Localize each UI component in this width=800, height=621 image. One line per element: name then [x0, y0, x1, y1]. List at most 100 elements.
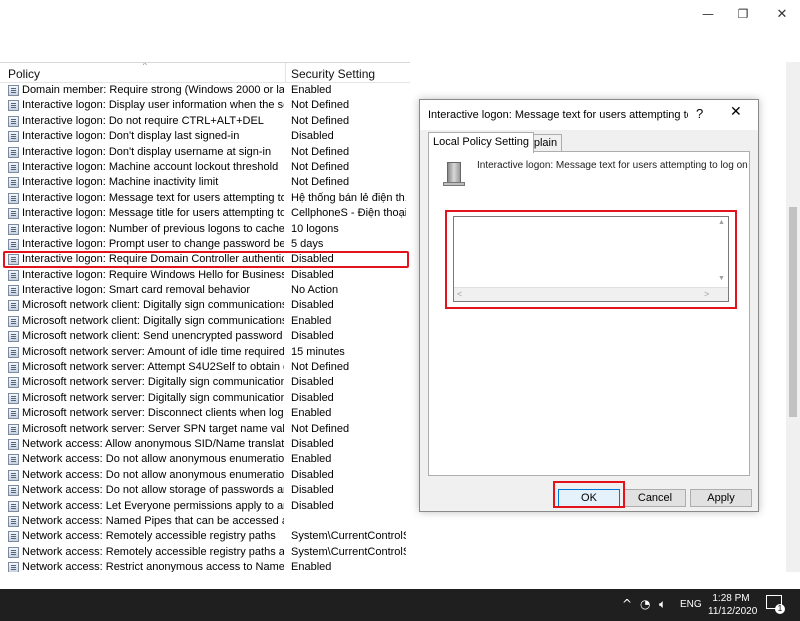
policy-item-icon [8, 454, 19, 466]
column-divider[interactable] [285, 63, 286, 83]
scrollbar-thumb[interactable] [789, 207, 797, 417]
policy-name-cell: Interactive logon: Prompt user to change… [22, 237, 284, 250]
server-policy-icon [443, 162, 465, 186]
volume-icon[interactable]: 🔈︎ [659, 597, 666, 612]
table-row[interactable]: Network access: Allow anonymous SID/Name… [0, 437, 410, 452]
table-row[interactable]: Interactive logon: Don't display last si… [0, 129, 410, 144]
policy-item-icon [8, 546, 19, 558]
policy-item-icon [8, 161, 19, 173]
policy-name-cell: Microsoft network client: Digitally sign… [22, 314, 284, 327]
security-setting-cell: Enabled [291, 453, 332, 466]
table-row[interactable]: Interactive logon: Smart card removal be… [0, 283, 410, 298]
policy-item-icon [8, 238, 19, 250]
policy-name-cell: Network access: Do not allow anonymous e… [22, 468, 284, 481]
security-setting-cell: CellphoneS - Điện thoại,... [291, 207, 406, 220]
table-row[interactable]: Interactive logon: Number of previous lo… [0, 222, 410, 237]
security-setting-cell: 10 logons [291, 222, 339, 235]
security-setting-cell: Enabled [291, 407, 332, 420]
policy-name-cell: Microsoft network client: Digitally sign… [22, 299, 284, 312]
security-setting-cell: Disabled [291, 376, 334, 389]
notification-center-icon[interactable]: 1 [766, 595, 785, 614]
column-header-security-setting[interactable]: Security Setting [291, 67, 375, 81]
security-setting-cell: Enabled [291, 561, 332, 572]
table-row[interactable]: Network access: Let Everyone permissions… [0, 499, 410, 514]
policy-item-icon [8, 285, 19, 297]
policy-name-cell: Network access: Allow anonymous SID/Name… [22, 437, 284, 450]
table-row[interactable]: Domain member: Require strong (Windows 2… [0, 83, 410, 98]
table-row[interactable]: Microsoft network server: Digitally sign… [0, 375, 410, 390]
vertical-scrollbar[interactable] [786, 62, 800, 572]
table-row[interactable]: Microsoft network server: Attempt S4U2Se… [0, 360, 410, 375]
security-setting-cell: Not Defined [291, 361, 350, 374]
table-row[interactable]: Network access: Remotely accessible regi… [0, 529, 410, 544]
policy-item-icon [8, 377, 19, 389]
security-setting-cell: Hệ thống bán lẻ điện th... [291, 191, 406, 205]
tab-panel: Interactive logon: Message text for user… [428, 151, 750, 476]
table-row[interactable]: Interactive logon: Machine inactivity li… [0, 175, 410, 190]
cancel-button[interactable]: Cancel [624, 489, 686, 507]
clock[interactable]: 1:28 PM 11/12/2020 [708, 592, 757, 618]
table-row[interactable]: Interactive logon: Display user informat… [0, 98, 410, 113]
apply-button[interactable]: Apply [690, 489, 752, 507]
security-setting-cell: Disabled [291, 330, 334, 343]
dialog-titlebar: Interactive logon: Message text for user… [420, 100, 758, 130]
textbox-highlight [445, 210, 737, 309]
table-row[interactable]: Interactive logon: Machine account locko… [0, 160, 410, 175]
close-window-button[interactable]: ✕ [759, 0, 800, 28]
security-setting-cell: Disabled [291, 437, 334, 450]
input-language[interactable]: ENG [680, 599, 702, 610]
security-setting-cell: No Action [291, 284, 339, 297]
main-titlebar: — ❐ ✕ [0, 0, 800, 38]
policy-item-icon [8, 423, 19, 435]
policy-item-icon [8, 100, 19, 112]
dialog-close-button[interactable]: ✕ [730, 104, 742, 120]
policy-item-icon [8, 331, 19, 343]
policy-name-cell: Network access: Remotely accessible regi… [22, 530, 276, 543]
security-setting-cell: Not Defined [291, 99, 350, 112]
table-row[interactable]: Microsoft network server: Digitally sign… [0, 391, 410, 406]
policy-item-icon [8, 362, 19, 374]
table-row[interactable]: Interactive logon: Prompt user to change… [0, 237, 410, 252]
table-row[interactable]: Network access: Remotely accessible regi… [0, 545, 410, 560]
column-header-policy[interactable]: Policy [8, 67, 40, 81]
security-setting-cell: Enabled [291, 84, 332, 96]
security-setting-cell: 15 minutes [291, 345, 345, 358]
table-row[interactable]: Network access: Do not allow storage of … [0, 483, 410, 498]
table-row[interactable]: Microsoft network server: Server SPN tar… [0, 422, 410, 437]
table-row[interactable]: Interactive logon: Do not require CTRL+A… [0, 114, 410, 129]
table-row[interactable]: Network access: Restrict anonymous acces… [0, 560, 410, 572]
table-row[interactable]: Interactive logon: Require Windows Hello… [0, 268, 410, 283]
policy-name-cell: Microsoft network client: Send unencrypt… [22, 330, 284, 343]
list-header: ^ Policy Security Setting [0, 63, 410, 83]
policy-name-cell: Network access: Remotely accessible regi… [22, 545, 284, 558]
table-row[interactable]: Microsoft network server: Disconnect cli… [0, 406, 410, 421]
table-row[interactable]: Microsoft network client: Digitally sign… [0, 314, 410, 329]
table-row[interactable]: Microsoft network client: Digitally sign… [0, 298, 410, 313]
table-row[interactable]: Network access: Named Pipes that can be … [0, 514, 410, 529]
policy-item-icon [8, 500, 19, 512]
policy-name-cell: Interactive logon: Display user informat… [22, 99, 284, 112]
clock-time: 1:28 PM [712, 593, 750, 604]
table-row[interactable]: Interactive logon: Message title for use… [0, 206, 410, 221]
security-setting-cell: Not Defined [291, 422, 350, 435]
security-setting-cell: Not Defined [291, 160, 350, 173]
table-row[interactable]: Microsoft network server: Amount of idle… [0, 345, 410, 360]
security-setting-cell: 5 days [291, 237, 324, 250]
table-row[interactable]: Network access: Do not allow anonymous e… [0, 468, 410, 483]
policy-name-cell: Microsoft network server: Disconnect cli… [22, 407, 284, 420]
table-row[interactable]: Network access: Do not allow anonymous e… [0, 452, 410, 467]
policy-item-icon [8, 392, 19, 404]
policy-item-icon [8, 223, 19, 235]
table-row[interactable]: Interactive logon: Don't display usernam… [0, 145, 410, 160]
show-hidden-icons-chevron-icon[interactable]: ^ [622, 597, 632, 611]
security-setting-cell: Disabled [291, 391, 334, 404]
table-row[interactable]: Microsoft network client: Send unencrypt… [0, 329, 410, 344]
help-button[interactable]: ? [696, 106, 703, 121]
network-icon[interactable]: ◔ [640, 597, 650, 611]
policy-name-cell: Interactive logon: Number of previous lo… [22, 222, 284, 235]
policy-name-label: Interactive logon: Message text for user… [477, 160, 748, 171]
tab-local-policy-setting[interactable]: Local Policy Setting [428, 132, 534, 153]
policy-item-icon [8, 269, 19, 281]
security-setting-cell: Enabled [291, 314, 332, 327]
table-row[interactable]: Interactive logon: Message text for user… [0, 191, 410, 206]
